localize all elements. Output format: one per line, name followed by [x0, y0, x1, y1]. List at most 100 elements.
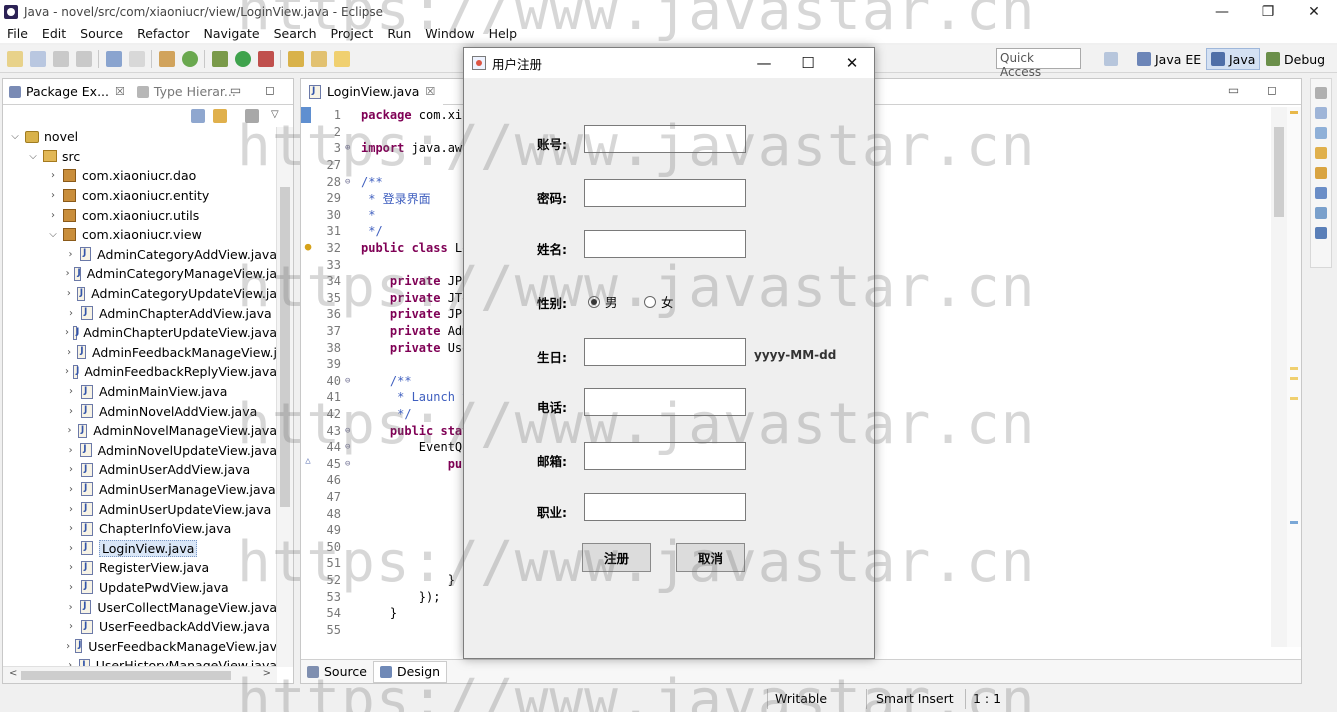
tree-item-file[interactable]: › AdminFeedbackReplyView.java: [3, 362, 277, 382]
view-minimize-maximize[interactable]: ▭ ◻: [230, 83, 285, 97]
save-icon[interactable]: [53, 50, 69, 67]
birthday-input[interactable]: [584, 338, 746, 366]
focus-icon[interactable]: [245, 109, 259, 123]
scrollbar-thumb[interactable]: [1274, 127, 1284, 217]
tree-item-file[interactable]: › RegisterView.java: [3, 558, 277, 578]
chevron-right-icon[interactable]: ›: [65, 504, 77, 515]
perspective-debug[interactable]: Debug: [1262, 48, 1329, 70]
chevron-right-icon[interactable]: ›: [65, 327, 69, 338]
job-input[interactable]: [584, 493, 746, 521]
javadoc-icon[interactable]: [1315, 127, 1327, 139]
console-view-icon[interactable]: [1315, 187, 1327, 199]
fold-icon[interactable]: ⊖: [345, 376, 357, 386]
tab-package-explorer[interactable]: Package Ex... ☒: [3, 79, 131, 105]
chevron-right-icon[interactable]: ›: [65, 582, 77, 593]
chevron-right-icon[interactable]: ›: [65, 621, 77, 632]
tree-item-file[interactable]: › LoginView.java: [3, 538, 277, 558]
chevron-right-icon[interactable]: ›: [65, 347, 73, 358]
occurrence-marker-icon[interactable]: [1290, 367, 1298, 370]
perspective-java[interactable]: Java: [1206, 48, 1261, 70]
menu-edit[interactable]: Edit: [35, 26, 73, 41]
tree-item-package[interactable]: › com.xiaoniucr.utils: [3, 205, 277, 225]
restore-icon[interactable]: [1315, 87, 1327, 99]
chevron-right-icon[interactable]: ›: [65, 386, 77, 397]
tree-item-file[interactable]: › AdminUserManageView.java: [3, 480, 277, 500]
debug-icon[interactable]: [212, 50, 228, 67]
tree-item-file[interactable]: › ChapterInfoView.java: [3, 519, 277, 539]
warning-marker-icon[interactable]: [1290, 111, 1298, 114]
tree-item-file[interactable]: › AdminCategoryManageView.ja: [3, 264, 277, 284]
tab-type-hierarchy[interactable]: Type Hierar...: [131, 79, 242, 105]
close-tab-icon[interactable]: ☒: [425, 85, 435, 98]
tree-item-file[interactable]: › AdminCategoryAddView.java: [3, 245, 278, 265]
chevron-right-icon[interactable]: ›: [65, 543, 77, 554]
outline-icon[interactable]: [1315, 107, 1327, 119]
problems-icon[interactable]: [1315, 167, 1327, 179]
chevron-right-icon[interactable]: ›: [65, 425, 74, 436]
declaration-icon[interactable]: [1315, 147, 1327, 159]
view-menu-chevron-icon[interactable]: ▽: [271, 109, 285, 123]
chevron-right-icon[interactable]: ›: [47, 210, 59, 221]
tab-loginview-java[interactable]: LoginView.java ☒: [301, 78, 444, 105]
override-triangle-icon[interactable]: △: [301, 456, 315, 472]
chevron-right-icon[interactable]: ›: [65, 641, 71, 652]
new-java-project-icon[interactable]: [159, 50, 175, 67]
chevron-down-icon[interactable]: ⌵: [9, 131, 21, 142]
chevron-right-icon[interactable]: ›: [65, 464, 77, 475]
scrollbar-thumb[interactable]: [280, 187, 290, 507]
gender-female-radio[interactable]: 女: [644, 292, 674, 311]
open-type-icon[interactable]: [288, 50, 304, 67]
close-button[interactable]: ✕: [1291, 0, 1337, 24]
register-button[interactable]: 注册: [582, 543, 651, 572]
email-input[interactable]: [584, 442, 746, 470]
task-marker-icon[interactable]: [1290, 521, 1298, 524]
tab-design[interactable]: Design: [372, 660, 448, 683]
chevron-right-icon[interactable]: ›: [65, 406, 77, 417]
phone-input[interactable]: [584, 388, 746, 416]
tree-item-file[interactable]: › AdminUserUpdateView.java: [3, 499, 277, 519]
fold-icon[interactable]: ⊕: [345, 143, 357, 153]
account-input[interactable]: [584, 125, 746, 153]
chevron-down-icon[interactable]: ⌵: [27, 151, 39, 162]
scrollbar-thumb[interactable]: [21, 671, 231, 680]
password-input[interactable]: [584, 179, 746, 207]
gender-male-radio[interactable]: 男: [588, 292, 618, 311]
menu-file[interactable]: File: [0, 26, 35, 41]
fold-icon[interactable]: ⊖: [345, 177, 357, 187]
console-icon[interactable]: [106, 50, 122, 67]
chevron-right-icon[interactable]: ›: [65, 445, 76, 456]
tree-item-file[interactable]: › AdminFeedbackManageView.j: [3, 343, 277, 363]
fold-icon[interactable]: ⊖: [345, 426, 357, 436]
tree-item-file[interactable]: › UpdatePwdView.java: [3, 578, 277, 598]
editor-vertical-scrollbar[interactable]: [1271, 107, 1287, 647]
scroll-right-icon[interactable]: >: [263, 668, 271, 679]
skip-breakpoints-icon[interactable]: [129, 50, 145, 67]
open-folder-icon[interactable]: [311, 50, 327, 67]
tree-item-file[interactable]: › AdminUserAddView.java: [3, 460, 277, 480]
chevron-right-icon[interactable]: ›: [65, 366, 69, 377]
tree-item-file[interactable]: › AdminMainView.java: [3, 382, 277, 402]
occurrence-marker-icon[interactable]: [1290, 377, 1298, 380]
tree-item-src[interactable]: ⌵ src: [3, 147, 277, 167]
view-minimize-maximize[interactable]: ▭ ◻: [1228, 83, 1289, 97]
menu-navigate[interactable]: Navigate: [197, 26, 267, 41]
name-input[interactable]: [584, 230, 746, 258]
tree-item-file[interactable]: › UserCollectManageView.java: [3, 597, 277, 617]
new-type-icon[interactable]: [30, 50, 46, 67]
dialog-close-button[interactable]: ✕: [830, 48, 874, 78]
save-all-icon[interactable]: [76, 50, 92, 67]
chevron-right-icon[interactable]: ›: [65, 523, 77, 534]
chevron-down-icon[interactable]: ⌵: [47, 229, 59, 240]
restore-button[interactable]: ❐: [1245, 0, 1291, 24]
menu-run[interactable]: Run: [380, 26, 418, 41]
tree-item-file[interactable]: › AdminNovelManageView.java: [3, 421, 277, 441]
tree-vertical-scrollbar[interactable]: [276, 127, 293, 667]
occurrence-marker-icon[interactable]: [1290, 397, 1298, 400]
new-icon[interactable]: [7, 50, 23, 67]
menu-window[interactable]: Window: [418, 26, 481, 41]
refresh-icon[interactable]: [182, 50, 198, 67]
perspective-java-ee[interactable]: Java EE: [1133, 48, 1205, 70]
collapse-all-icon[interactable]: [191, 109, 205, 123]
tree-item-project[interactable]: ⌵ novel: [3, 127, 277, 147]
tree-item-file[interactable]: › AdminChapterAddView.java: [3, 303, 277, 323]
